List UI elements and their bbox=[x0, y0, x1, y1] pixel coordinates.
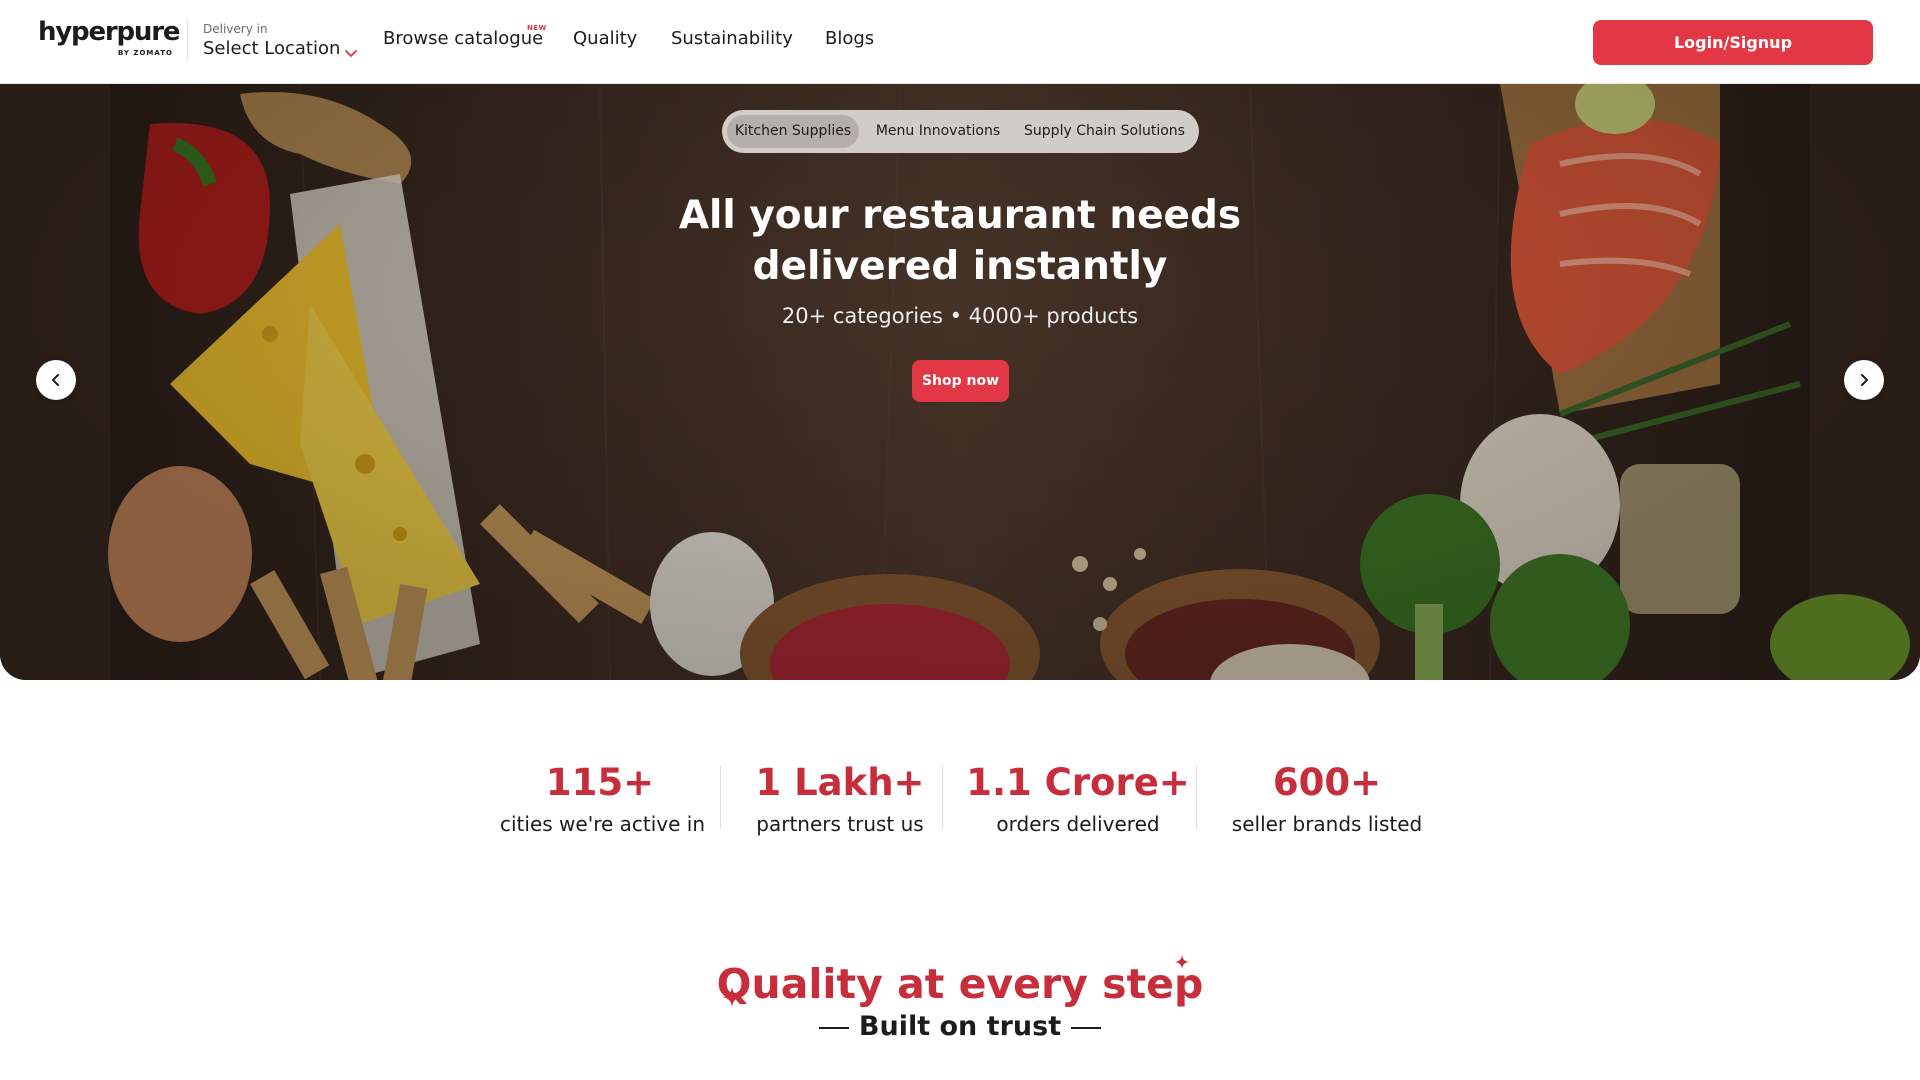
stat-label: seller brands listed bbox=[1231, 812, 1423, 836]
hero-title-line-2: delivered instantly bbox=[752, 244, 1168, 289]
tab-kitchen-supplies[interactable]: Kitchen Supplies bbox=[727, 115, 859, 148]
carousel-prev-button[interactable] bbox=[36, 360, 76, 400]
stat-divider bbox=[1196, 765, 1197, 829]
hero-title-line-1: All your restaurant needs bbox=[678, 193, 1242, 238]
nav-blogs[interactable]: Blogs bbox=[825, 28, 874, 49]
chevron-left-icon bbox=[52, 374, 59, 386]
site-header: hyperpure BY ZOMATO Delivery in Select L… bbox=[0, 0, 1920, 84]
divider-dash bbox=[818, 1026, 849, 1029]
hero-tab-switcher: Kitchen Supplies Menu Innovations Supply… bbox=[722, 110, 1199, 153]
hyperpure-logo[interactable]: hyperpure BY ZOMATO bbox=[38, 16, 181, 60]
new-badge: NEW bbox=[527, 24, 547, 32]
shop-now-button[interactable]: Shop now bbox=[912, 360, 1009, 402]
header-divider bbox=[187, 20, 188, 60]
stat-value: 1 Lakh+ bbox=[755, 761, 925, 804]
stat-cities: 115+ cities we're active in bbox=[500, 760, 706, 836]
nav-browse-catalogue[interactable]: Browse catalogue bbox=[383, 28, 543, 49]
logo-wordmark: hyperpure bbox=[38, 17, 181, 47]
stat-brands: 600+ seller brands listed bbox=[1227, 760, 1427, 836]
login-signup-button[interactable]: Login/Signup bbox=[1593, 20, 1873, 65]
stat-value: 115+ bbox=[545, 761, 655, 804]
quality-title: Quality at every step bbox=[716, 960, 1204, 1008]
divider-dash bbox=[1071, 1026, 1102, 1029]
hero-title: All your restaurant needs delivered inst… bbox=[560, 190, 1360, 292]
stat-divider bbox=[720, 765, 721, 829]
quality-subtitle-row: Built on trust bbox=[660, 1011, 1260, 1042]
stat-value: 1.1 Crore+ bbox=[966, 761, 1190, 804]
location-selector[interactable]: Delivery in Select Location bbox=[203, 20, 358, 62]
hero-subtitle: 20+ categories • 4000+ products bbox=[781, 304, 1139, 328]
hero-banner: Kitchen Supplies Menu Innovations Supply… bbox=[0, 84, 1920, 680]
tab-menu-innovations[interactable]: Menu Innovations bbox=[868, 115, 1008, 148]
stat-label: orders delivered bbox=[996, 812, 1160, 836]
logo-tagline: BY ZOMATO bbox=[117, 49, 173, 57]
chevron-right-icon bbox=[1861, 374, 1868, 386]
stat-label: partners trust us bbox=[756, 812, 924, 836]
location-value: Select Location bbox=[203, 38, 341, 59]
tab-supply-chain-solutions[interactable]: Supply Chain Solutions bbox=[1018, 115, 1191, 148]
nav-quality[interactable]: Quality bbox=[573, 28, 637, 49]
nav-sustainability[interactable]: Sustainability bbox=[671, 28, 793, 49]
stat-partners: 1 Lakh+ partners trust us bbox=[740, 760, 940, 836]
delivery-label: Delivery in bbox=[203, 22, 268, 36]
stat-label: cities we're active in bbox=[500, 812, 706, 836]
quality-subtitle: Built on trust bbox=[858, 1011, 1062, 1042]
carousel-next-button[interactable] bbox=[1844, 360, 1884, 400]
stat-orders: 1.1 Crore+ orders delivered bbox=[963, 760, 1193, 836]
stat-value: 600+ bbox=[1272, 761, 1382, 804]
chevron-down-icon bbox=[345, 50, 357, 57]
stat-divider bbox=[942, 765, 943, 829]
